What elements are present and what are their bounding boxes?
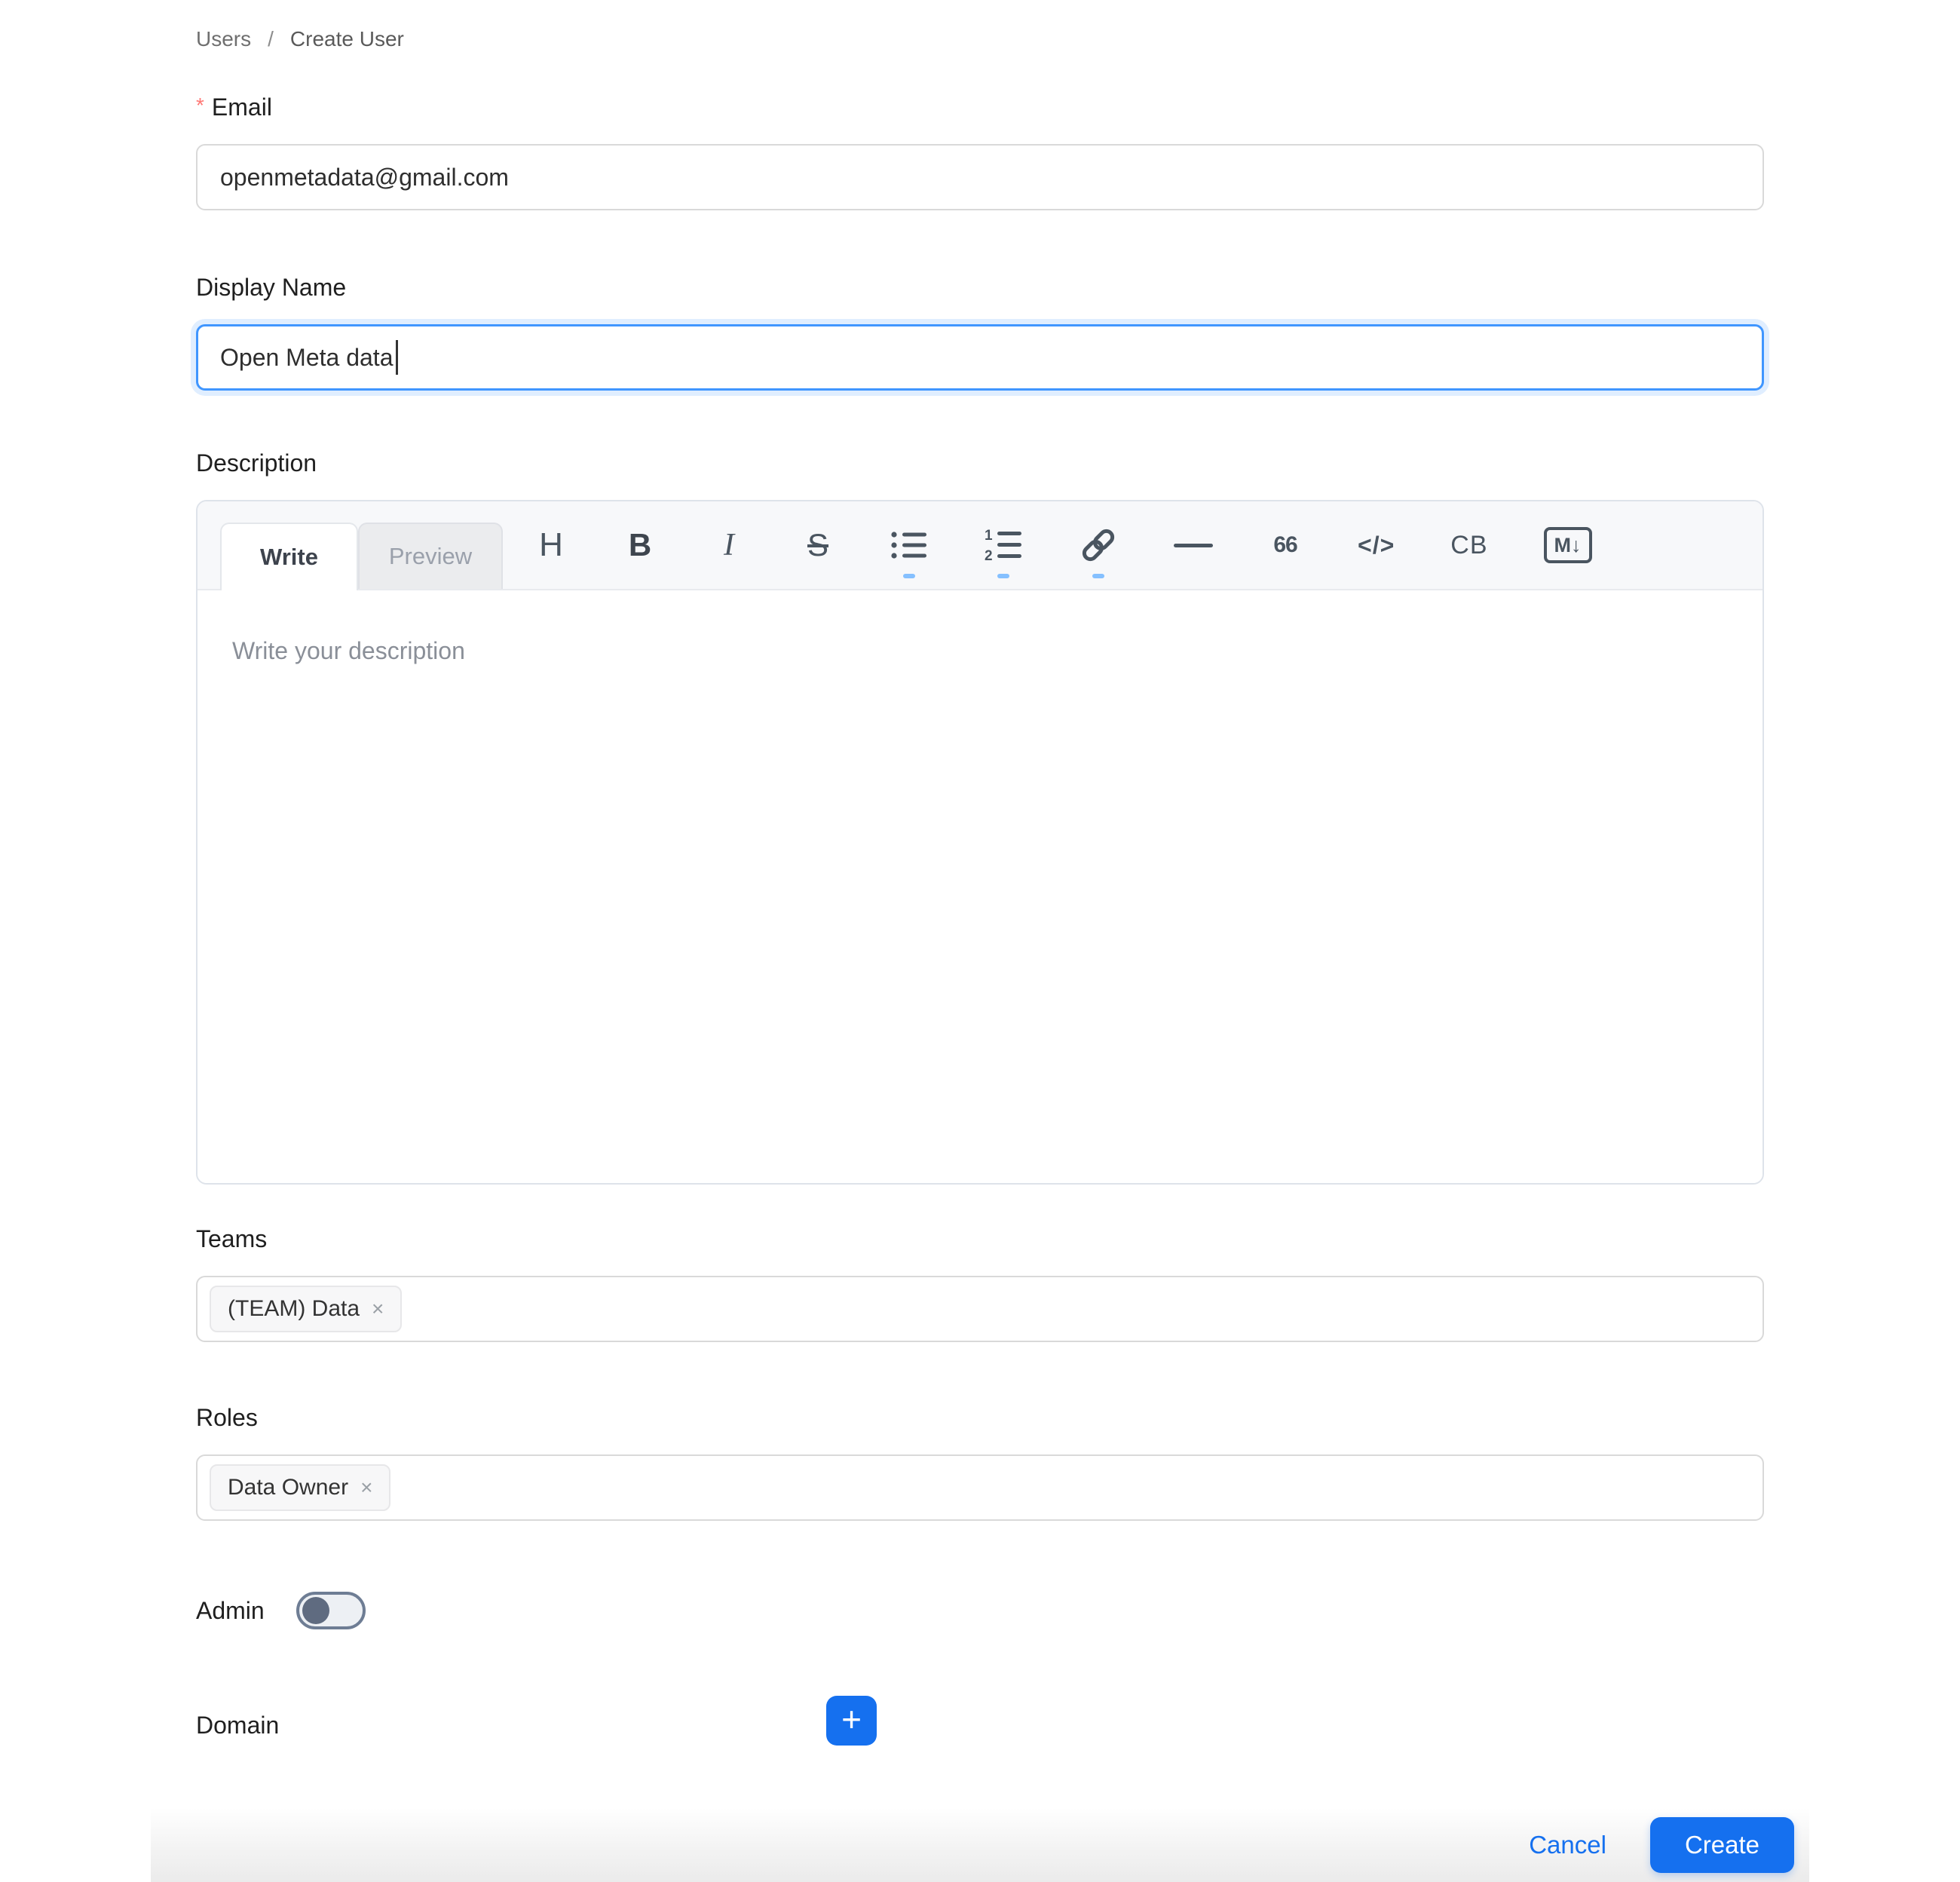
bulleted-list-icon	[890, 529, 928, 561]
italic-icon: I	[724, 527, 734, 563]
role-tag: Data Owner ×	[210, 1464, 390, 1511]
heading-button[interactable]: H	[534, 507, 568, 583]
required-asterisk: *	[196, 93, 204, 118]
description-placeholder: Write your description	[232, 637, 465, 664]
quote-icon: 66	[1273, 532, 1297, 558]
code-icon: </>	[1358, 532, 1395, 559]
teams-field-group: Teams (TEAM) Data ×	[196, 1225, 1764, 1342]
team-tag: (TEAM) Data ×	[210, 1286, 402, 1332]
teams-select[interactable]: (TEAM) Data ×	[196, 1276, 1764, 1342]
editor-toolbar: Write Preview H B I S	[198, 501, 1762, 590]
svg-text:2: 2	[985, 548, 993, 562]
link-button[interactable]	[1079, 507, 1118, 583]
markdown-button[interactable]: M↓	[1544, 507, 1592, 583]
display-name-field-group: Display Name Open Meta data	[196, 274, 1764, 391]
description-label: Description	[196, 449, 1764, 477]
create-user-form: Users / Create User * Email Display Name…	[151, 0, 1809, 1750]
description-field-group: Description Write Preview H B I	[196, 449, 1764, 1185]
admin-toggle[interactable]	[296, 1592, 366, 1629]
display-name-input[interactable]: Open Meta data	[196, 324, 1764, 391]
domain-field-group: Domain +	[196, 1700, 1764, 1750]
teams-label: Teams	[196, 1225, 1764, 1253]
breadcrumb: Users / Create User	[196, 27, 1764, 51]
numbered-list-button[interactable]: 1 2	[984, 507, 1023, 583]
text-caret	[396, 340, 398, 375]
create-button[interactable]: Create	[1650, 1817, 1794, 1873]
create-user-page: Users / Create User * Email Display Name…	[151, 0, 1809, 1882]
admin-field-group: Admin	[196, 1592, 1764, 1629]
strikethrough-icon: S	[807, 527, 828, 563]
team-tag-remove-icon[interactable]: ×	[372, 1298, 384, 1320]
cancel-button[interactable]: Cancel	[1529, 1831, 1606, 1859]
horizontal-rule-button[interactable]	[1174, 507, 1213, 583]
add-domain-button[interactable]: +	[826, 1696, 877, 1746]
roles-select[interactable]: Data Owner ×	[196, 1454, 1764, 1521]
email-field-group: * Email	[196, 93, 1764, 210]
link-icon	[1079, 526, 1118, 565]
form-footer: Cancel Create	[151, 1808, 1809, 1882]
code-block-icon: CB	[1450, 531, 1487, 560]
role-tag-remove-icon[interactable]: ×	[360, 1477, 372, 1498]
email-label: * Email	[196, 93, 1764, 121]
toggle-knob	[302, 1597, 329, 1624]
bold-icon: B	[629, 527, 651, 563]
breadcrumb-users-link[interactable]: Users	[196, 27, 251, 51]
display-name-label: Display Name	[196, 274, 1764, 302]
plus-icon: +	[841, 1702, 862, 1736]
tab-preview[interactable]: Preview	[358, 523, 503, 589]
roles-label: Roles	[196, 1404, 1764, 1432]
bulleted-list-button[interactable]	[890, 507, 928, 583]
numbered-list-icon: 1 2	[984, 529, 1023, 562]
svg-text:1: 1	[985, 529, 993, 544]
code-button[interactable]: </>	[1358, 507, 1395, 583]
markdown-editor: Write Preview H B I S	[196, 500, 1764, 1185]
breadcrumb-current-page: Create User	[290, 27, 404, 51]
roles-field-group: Roles Data Owner ×	[196, 1404, 1764, 1521]
markdown-icon: M↓	[1544, 527, 1592, 563]
code-block-button[interactable]: CB	[1450, 507, 1487, 583]
italic-button[interactable]: I	[712, 507, 746, 583]
description-textarea[interactable]: Write your description	[198, 590, 1762, 1183]
horizontal-rule-icon	[1174, 544, 1213, 547]
tab-write[interactable]: Write	[220, 523, 358, 590]
bold-button[interactable]: B	[623, 507, 657, 583]
heading-icon: H	[539, 526, 563, 564]
quote-button[interactable]: 66	[1269, 507, 1302, 583]
breadcrumb-separator: /	[268, 27, 274, 51]
email-input[interactable]	[196, 144, 1764, 210]
strikethrough-button[interactable]: S	[801, 507, 835, 583]
domain-label: Domain	[196, 1712, 279, 1739]
toolbar-icon-group: H B I S	[534, 501, 1592, 589]
admin-label: Admin	[196, 1597, 265, 1625]
